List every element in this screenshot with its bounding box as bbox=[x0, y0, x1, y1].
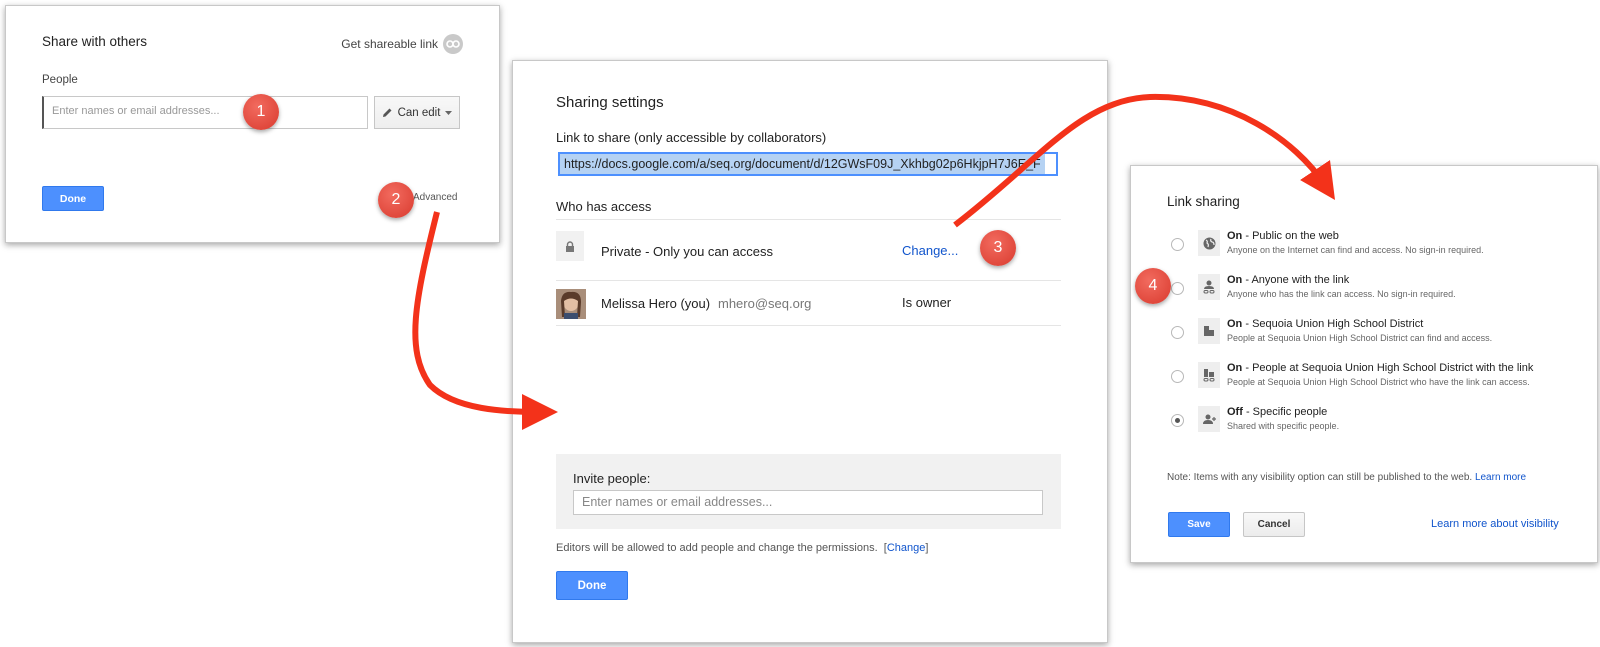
option-description: Anyone on the Internet can find and acce… bbox=[1227, 245, 1484, 255]
invite-input[interactable]: Enter names or email addresses... bbox=[573, 490, 1043, 515]
step-badge-2: 2 bbox=[378, 182, 414, 218]
dialog-title: Link sharing bbox=[1167, 194, 1240, 209]
editors-note-text: Editors will be allowed to add people an… bbox=[556, 542, 878, 554]
invite-label: Invite people: bbox=[573, 471, 651, 486]
sharing-settings-dialog: Sharing settings Link to share (only acc… bbox=[512, 60, 1108, 643]
permission-dropdown[interactable]: Can edit bbox=[374, 96, 460, 129]
option-district-with-link[interactable]: On - People at Sequoia Union High School… bbox=[1167, 362, 1587, 398]
save-button[interactable]: Save bbox=[1168, 512, 1230, 537]
option-description: People at Sequoia Union High School Dist… bbox=[1227, 333, 1493, 343]
option-state: On bbox=[1227, 318, 1243, 330]
done-button[interactable]: Done bbox=[556, 571, 628, 600]
who-has-access-label: Who has access bbox=[556, 199, 652, 214]
option-description: People at Sequoia Union High School Dist… bbox=[1227, 377, 1530, 387]
link-sharing-dialog: Link sharing On - Public on the web Anyo… bbox=[1130, 165, 1598, 563]
editors-change-link[interactable]: Change bbox=[887, 542, 926, 554]
option-anyone-with-link[interactable]: On - Anyone with the link Anyone who has… bbox=[1167, 274, 1587, 310]
avatar bbox=[556, 289, 586, 319]
done-button[interactable]: Done bbox=[42, 186, 104, 211]
pencil-icon bbox=[382, 108, 392, 117]
names-input[interactable]: Enter names or email addresses... bbox=[42, 96, 368, 129]
option-public-on-web[interactable]: On - Public on the web Anyone on the Int… bbox=[1167, 230, 1587, 266]
invite-people-section: Invite people: Enter names or email addr… bbox=[556, 454, 1061, 529]
visibility-note: Note: Items with any visibility option c… bbox=[1167, 472, 1526, 483]
option-title: On - Sequoia Union High School District bbox=[1227, 318, 1424, 330]
people-icon bbox=[1198, 406, 1220, 432]
access-level-text: Private - Only you can access bbox=[601, 244, 773, 259]
collaborator-role: Is owner bbox=[902, 295, 952, 310]
permission-label: Can edit bbox=[397, 106, 441, 119]
radio-button[interactable] bbox=[1171, 282, 1184, 295]
get-shareable-link[interactable]: Get shareable link bbox=[341, 34, 463, 54]
option-description: Shared with specific people. bbox=[1227, 421, 1340, 431]
lock-icon bbox=[556, 231, 584, 261]
radio-button[interactable] bbox=[1171, 370, 1184, 383]
option-title: On - People at Sequoia Union High School… bbox=[1227, 362, 1534, 374]
globe-icon bbox=[1198, 230, 1220, 256]
option-title: Off - Specific people bbox=[1227, 406, 1328, 418]
option-state: On bbox=[1227, 274, 1243, 286]
share-link-field[interactable]: https://docs.google.com/a/seq.org/docume… bbox=[558, 152, 1058, 176]
option-label: Public on the web bbox=[1252, 230, 1339, 242]
dialog-title: Share with others bbox=[42, 34, 148, 49]
link-icon[interactable] bbox=[443, 34, 463, 54]
option-label: Specific people bbox=[1252, 406, 1328, 418]
option-specific-people[interactable]: Off - Specific people Shared with specif… bbox=[1167, 406, 1587, 442]
collaborator-name: Melissa Hero (you) bbox=[601, 296, 711, 311]
option-state: On bbox=[1227, 230, 1243, 242]
option-description: Anyone who has the link can access. No s… bbox=[1227, 289, 1456, 299]
divider bbox=[556, 280, 1061, 281]
step-badge-1: 1 bbox=[243, 94, 279, 130]
dialog-title: Sharing settings bbox=[556, 94, 664, 111]
radio-button-selected[interactable] bbox=[1171, 414, 1184, 427]
share-link-value[interactable]: https://docs.google.com/a/seq.org/docume… bbox=[560, 154, 1045, 174]
change-access-link[interactable]: Change... bbox=[902, 243, 958, 258]
divider bbox=[556, 219, 1061, 220]
visibility-note-text: Note: Items with any visibility option c… bbox=[1167, 472, 1473, 483]
collaborator-email: mhero@seq.org bbox=[718, 296, 812, 311]
advanced-link[interactable]: Advanced bbox=[413, 192, 457, 203]
learn-more-link[interactable]: Learn more bbox=[1475, 472, 1526, 483]
option-school-district[interactable]: On - Sequoia Union High School District … bbox=[1167, 318, 1587, 354]
get-shareable-link-label[interactable]: Get shareable link bbox=[341, 37, 438, 51]
option-label: People at Sequoia Union High School Dist… bbox=[1252, 362, 1534, 374]
option-state: Off bbox=[1227, 406, 1243, 418]
editors-note: Editors will be allowed to add people an… bbox=[556, 542, 929, 554]
option-label: Anyone with the link bbox=[1251, 274, 1350, 286]
learn-more-visibility-link[interactable]: Learn more about visibility bbox=[1431, 518, 1559, 530]
option-title: On - Anyone with the link bbox=[1227, 274, 1350, 286]
cancel-button[interactable]: Cancel bbox=[1243, 512, 1305, 537]
radio-button[interactable] bbox=[1171, 238, 1184, 251]
option-state: On bbox=[1227, 362, 1243, 374]
step-badge-4: 4 bbox=[1135, 268, 1171, 304]
option-label: Sequoia Union High School District bbox=[1252, 318, 1424, 330]
link-to-share-label: Link to share (only accessible by collab… bbox=[556, 130, 827, 145]
people-label: People bbox=[42, 74, 78, 86]
chevron-down-icon bbox=[445, 110, 453, 115]
person-link-icon bbox=[1198, 274, 1220, 300]
building-link-icon bbox=[1198, 362, 1220, 388]
option-title: On - Public on the web bbox=[1227, 230, 1339, 242]
divider bbox=[556, 325, 1061, 326]
building-icon bbox=[1198, 318, 1220, 344]
step-badge-3: 3 bbox=[980, 230, 1016, 266]
radio-button[interactable] bbox=[1171, 326, 1184, 339]
